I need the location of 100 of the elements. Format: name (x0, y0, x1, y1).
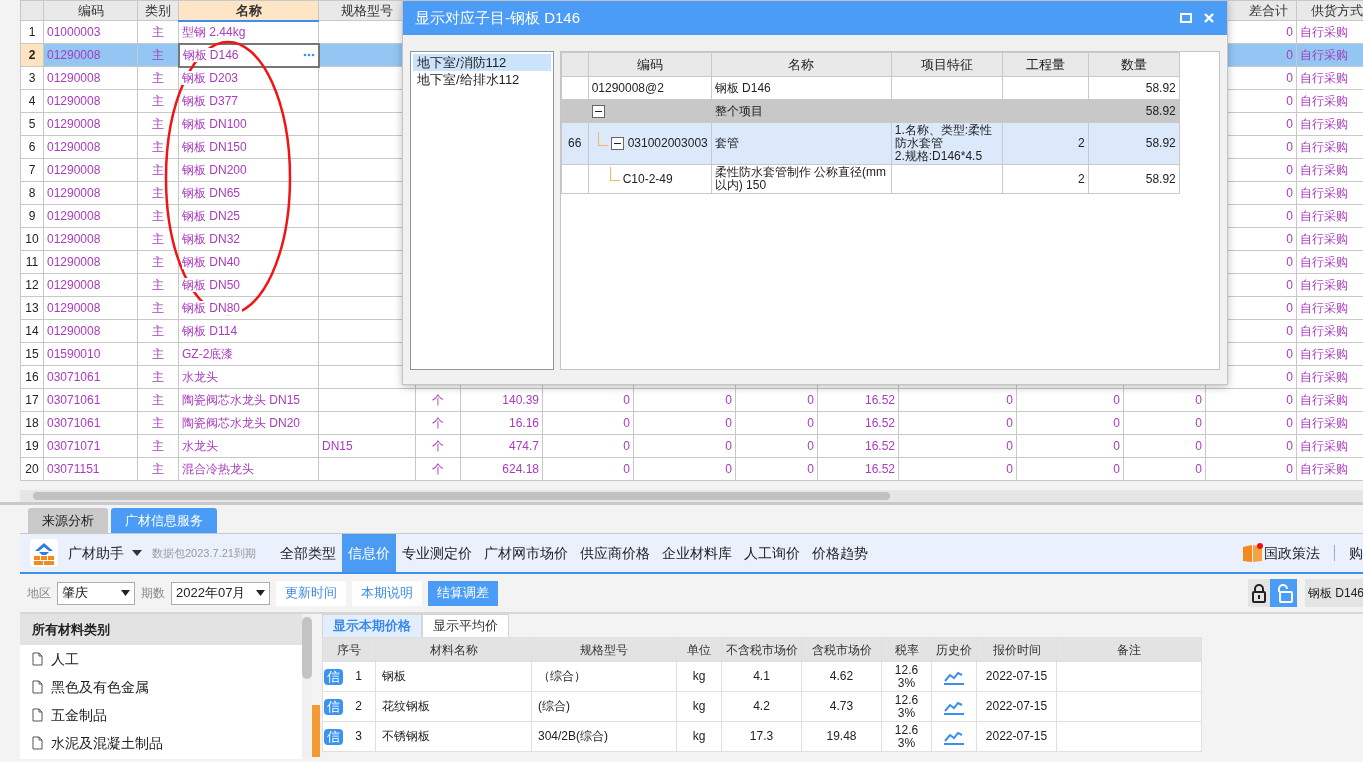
scrollbar-thumb[interactable] (302, 617, 312, 679)
column-header[interactable]: 材料名称 (375, 637, 532, 662)
table-cell: 钢板 D203 (182, 71, 241, 86)
book-icon[interactable] (1242, 543, 1264, 563)
table-cell: 4.62 (801, 661, 882, 692)
row-number: 3 (20, 66, 44, 90)
vertical-scrollbar[interactable] (302, 614, 312, 759)
table-cell: 钢板 D377 (182, 94, 241, 108)
table-cell: 4.1 (721, 661, 802, 692)
column-header[interactable]: 备注 (1056, 637, 1202, 662)
column-header[interactable]: 编码 (588, 52, 712, 77)
column-header[interactable]: 序号 (322, 637, 376, 662)
column-header[interactable]: 报价时间 (976, 637, 1057, 662)
list-item[interactable]: 地下室/给排水112 (413, 71, 551, 88)
row-number: 17 (20, 388, 44, 412)
caret-icon[interactable] (256, 590, 265, 596)
file-icon (32, 652, 43, 666)
lock-icon (1251, 583, 1267, 603)
caret-icon[interactable] (132, 550, 142, 556)
table-cell: 不锈钢板 (375, 721, 532, 752)
nav-tab[interactable]: 全部类型 (273, 534, 342, 572)
code-text: 031002003003 (627, 137, 708, 150)
search-field[interactable]: 钢板 D146 (1305, 579, 1363, 607)
table-cell: 水龙头 (182, 439, 220, 453)
package-expiry: 数据包2023.7.21到期 (152, 545, 256, 561)
horizontal-scrollbar[interactable] (20, 490, 1363, 502)
table-cell: 钢板 DN40 (182, 255, 242, 269)
table-cell: 钢板 DN65 (182, 186, 242, 200)
buy-link[interactable]: 购 (1349, 542, 1363, 564)
category-item[interactable]: 水泥及混凝土制品 (51, 732, 163, 754)
column-header[interactable]: 供货方式 (1296, 0, 1363, 21)
region-select[interactable]: 肇庆 (57, 581, 135, 605)
nav-tab[interactable]: 供应商价格 (573, 534, 656, 572)
info-badge: 信 (324, 728, 343, 745)
nav-tab[interactable]: 广材网市场价 (477, 534, 574, 572)
nav-tab[interactable]: 企业材料库 (655, 534, 738, 572)
collapse-handle[interactable] (312, 705, 320, 757)
cell-text: 钢板 D146 (182, 48, 241, 62)
column-header[interactable]: 工程量 (1002, 52, 1089, 77)
column-header[interactable]: 不含税市场价 (721, 637, 802, 662)
column-header[interactable]: 类别 (137, 0, 179, 21)
table-cell: 钢板 D114 (182, 324, 240, 338)
row-number: 8 (20, 181, 44, 205)
table-cell: 1.名称、类型:柔性防水套管 2.规格:D146*4.5 (891, 122, 1003, 165)
tab[interactable]: 来源分析 (28, 508, 108, 533)
toolbar-button[interactable]: 更新时间 (276, 580, 346, 606)
column-header[interactable]: 名称 (178, 0, 319, 21)
column-header[interactable]: 规格型号 (531, 637, 677, 662)
field-label: 期数 (141, 585, 165, 602)
table-cell: 套管 (711, 122, 892, 165)
column-header[interactable]: 名称 (711, 52, 892, 77)
column-header[interactable]: 含税市场价 (801, 637, 882, 662)
category-item[interactable]: 人工 (51, 648, 79, 670)
tab[interactable]: 显示平均价 (422, 614, 509, 637)
row-number: 20 (20, 457, 44, 481)
row-number: 6 (20, 135, 44, 159)
collapse-icon[interactable] (591, 104, 605, 118)
column-header[interactable]: 税率 (881, 637, 932, 662)
lock-button[interactable] (1248, 579, 1270, 607)
table-cell: 钢板 DN50 (182, 278, 242, 292)
toolbar-button[interactable]: 本期说明 (352, 580, 422, 606)
table-cell: 304/2B(综合) (531, 721, 677, 752)
table-cell: 钢板 DN100 (182, 117, 249, 131)
dialog-title: 显示对应子目-钢板 D146 (415, 7, 581, 28)
table-cell: 2022-07-15 (976, 661, 1057, 692)
row-number: 9 (20, 204, 44, 228)
policy-link[interactable]: 国政策法 (1264, 542, 1320, 564)
list-item[interactable]: 地下室/消防112 (413, 54, 551, 71)
table-cell: 19.48 (801, 721, 882, 752)
column-header[interactable]: 数量 (1088, 52, 1180, 77)
nav-tab[interactable]: 价格趋势 (805, 534, 874, 572)
row-number: 5 (20, 112, 44, 136)
table-cell: 58.92 (1088, 76, 1180, 100)
app-name[interactable]: 广材助手 (68, 542, 124, 564)
scrollbar-thumb[interactable] (33, 492, 890, 500)
cell-editor[interactable]: 钢板 D146 (178, 43, 319, 67)
ellipsis-button[interactable] (302, 53, 315, 57)
table-cell: 2 (1002, 122, 1089, 165)
column-header[interactable]: 历史价 (931, 637, 977, 662)
nav-tab[interactable]: 人工询价 (737, 534, 806, 572)
table-cell: 混合冷热龙头 (182, 462, 256, 476)
table-cell: 2022-07-15 (976, 721, 1057, 752)
category-item[interactable]: 五金制品 (51, 704, 107, 726)
period-select[interactable]: 2022年07月 (171, 581, 270, 605)
category-item[interactable]: 黑色及有色金属 (51, 676, 149, 698)
table-cell: 钢板 (375, 661, 532, 692)
table-cell: (综合) (531, 691, 677, 722)
column-header[interactable]: 项目特征 (891, 52, 1003, 77)
nav-tab[interactable]: 专业测定价 (395, 534, 478, 572)
collapse-icon[interactable] (610, 137, 624, 150)
table-cell: kg (676, 691, 722, 722)
table-cell: 0 (898, 411, 1017, 435)
column-header[interactable]: 编码 (43, 0, 138, 21)
row-number: 7 (20, 158, 44, 182)
file-icon (32, 708, 43, 722)
table-cell: 钢板 DN200 (182, 163, 249, 177)
table-cell: 陶瓷阀芯水龙头 DN20 (182, 416, 302, 430)
caret-icon[interactable] (121, 590, 130, 596)
column-header[interactable]: 单位 (676, 637, 722, 662)
table-cell: 2022-07-15 (976, 691, 1057, 722)
